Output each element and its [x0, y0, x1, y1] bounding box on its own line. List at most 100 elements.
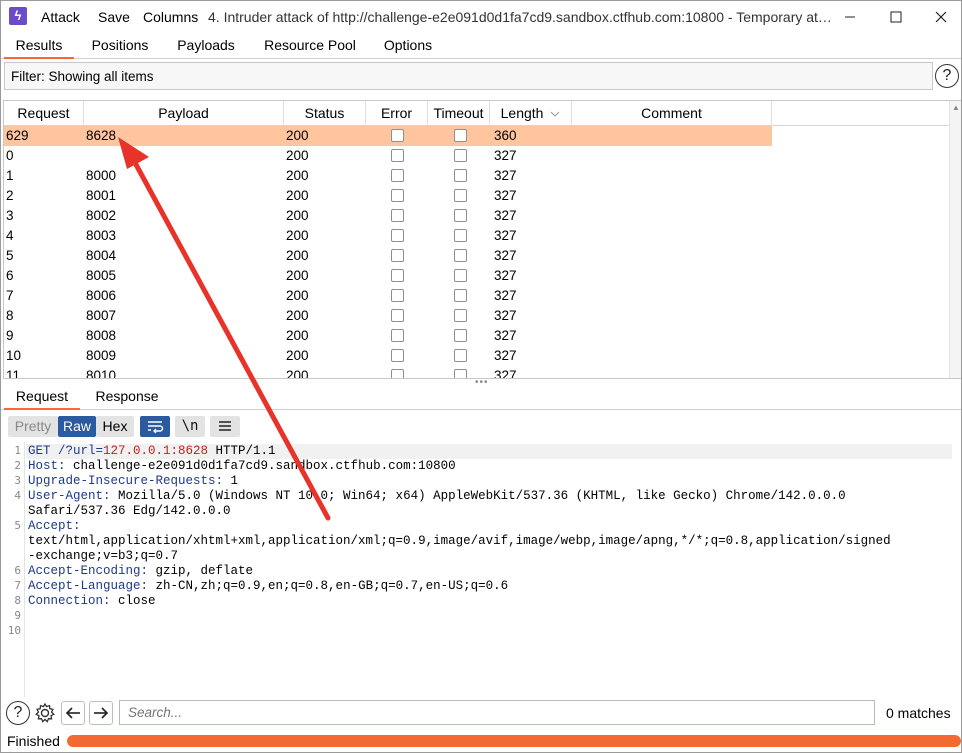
cell-status: 200	[286, 328, 309, 343]
header-name: User-Agent:	[28, 489, 111, 503]
error-checkbox	[391, 289, 404, 302]
close-button[interactable]	[918, 3, 961, 31]
raw-button[interactable]: Raw	[58, 416, 96, 437]
hex-button[interactable]: Hex	[96, 416, 134, 437]
cell-status: 200	[286, 288, 309, 303]
line-number: 4	[14, 489, 21, 502]
timeout-checkbox	[454, 349, 467, 362]
code-line: Accept-Encoding: gzip, deflate	[28, 564, 253, 578]
column-request[interactable]: Request	[4, 101, 84, 126]
cell-payload: 8003	[86, 228, 117, 243]
previous-match-button[interactable]	[61, 701, 85, 725]
table-row[interactable]: 9 8008 200 327	[4, 326, 772, 346]
settings-button[interactable]	[33, 701, 57, 725]
cell-request: 11	[6, 368, 21, 379]
menu-save[interactable]: Save	[98, 9, 130, 25]
scroll-up-icon[interactable]: ▲	[952, 103, 960, 112]
tab-request[interactable]: Request	[4, 384, 80, 410]
table-row[interactable]: 1 8000 200 327	[4, 166, 772, 186]
cell-status: 200	[286, 148, 309, 163]
filter-bar[interactable]: Filter: Showing all items	[4, 62, 933, 90]
code-line: User-Agent: Mozilla/5.0 (Windows NT 10.0…	[28, 489, 846, 503]
cell-request: 7	[6, 288, 14, 303]
cell-length: 360	[494, 128, 517, 143]
cell-length: 327	[494, 148, 517, 163]
cell-status: 200	[286, 228, 309, 243]
cell-length: 327	[494, 288, 517, 303]
word-wrap-button[interactable]	[140, 416, 170, 437]
maximize-button[interactable]	[873, 3, 919, 31]
status-bar: Finished	[1, 730, 961, 752]
tab-payloads[interactable]: Payloads	[171, 33, 241, 59]
table-row[interactable]: 4 8003 200 327	[4, 226, 772, 246]
table-row[interactable]: 2 8001 200 327	[4, 186, 772, 206]
table-row[interactable]: 6 8005 200 327	[4, 266, 772, 286]
header-value: text/html,application/xhtml+xml,applicat…	[28, 534, 891, 548]
table-row[interactable]: 629 8628 200 360	[4, 126, 772, 146]
header-name: GET /?url=	[28, 444, 104, 458]
menu-button[interactable]	[210, 416, 240, 437]
pretty-button[interactable]: Pretty	[8, 416, 58, 437]
error-checkbox	[391, 369, 404, 378]
code-line: -exchange;v=b3;q=0.7	[28, 549, 178, 563]
progress-fill	[67, 735, 961, 747]
header-value: HTTP/1.1	[208, 444, 276, 458]
cell-request: 9	[6, 328, 14, 343]
column-payload[interactable]: Payload	[84, 101, 284, 126]
timeout-checkbox	[454, 309, 467, 322]
cell-request: 0	[6, 148, 14, 163]
table-row[interactable]: 8 8007 200 327	[4, 306, 772, 326]
tab-options[interactable]: Options	[375, 33, 441, 59]
title-bar: ϟ Attack Save Columns 4. Intruder attack…	[1, 1, 961, 33]
help-icon[interactable]: ?	[935, 64, 959, 88]
error-checkbox	[391, 129, 404, 142]
line-number: 5	[14, 519, 21, 532]
code-line: Accept:	[28, 519, 81, 533]
editor-toolbar: Pretty Raw Hex \n	[1, 413, 961, 441]
column-timeout[interactable]: Timeout	[428, 101, 490, 126]
status-text: Finished	[7, 733, 60, 749]
column-length-label: Length	[500, 105, 544, 121]
tab-resource-pool[interactable]: Resource Pool	[257, 33, 363, 59]
table-row[interactable]: 10 8009 200 327	[4, 346, 772, 366]
request-editor[interactable]: 1 2 3 4 5 6 7 8 9 10 GET /?url=127.0.0.1:8628 HTT…	[3, 442, 961, 697]
menu-columns[interactable]: Columns	[143, 9, 198, 25]
table-row[interactable]: 7 8006 200 327	[4, 286, 772, 306]
search-input[interactable]	[120, 701, 874, 724]
header-name: Upgrade-Insecure-Requests:	[28, 474, 224, 488]
column-error[interactable]: Error	[366, 101, 428, 126]
header-name: Accept-Encoding:	[28, 564, 149, 578]
settings-icon	[35, 702, 55, 723]
search-bar: ? 0 matches	[1, 697, 961, 729]
header-value: challenge-e2e091d0d1fa7cd9.sandbox.ctfhu…	[65, 459, 456, 473]
table-scrollbar[interactable]: ▲	[949, 101, 961, 378]
column-length[interactable]: Length	[490, 101, 572, 126]
header-value: zh-CN,zh;q=0.9,en;q=0.8,en-GB;q=0.7,en-U…	[148, 579, 509, 593]
tab-response[interactable]: Response	[89, 384, 165, 410]
cell-payload: 8002	[86, 208, 117, 223]
menu-attack[interactable]: Attack	[41, 9, 80, 25]
table-row[interactable]: 0 200 327	[4, 146, 772, 166]
next-match-button[interactable]	[89, 701, 113, 725]
code-line: text/html,application/xhtml+xml,applicat…	[28, 534, 891, 548]
header-name: Connection:	[28, 594, 111, 608]
tab-results[interactable]: Results	[4, 33, 74, 59]
header-value: -exchange;v=b3;q=0.7	[28, 549, 179, 563]
burp-logo-icon: ϟ	[9, 7, 27, 25]
search-field[interactable]	[119, 700, 875, 725]
code-line: Accept-Language: zh-CN,zh;q=0.9,en;q=0.8…	[28, 579, 508, 593]
table-row[interactable]: 5 8004 200 327	[4, 246, 772, 266]
window-title: 4. Intruder attack of http://challenge-e…	[208, 9, 833, 25]
table-row[interactable]: 3 8002 200 327	[4, 206, 772, 226]
newline-button[interactable]: \n	[175, 416, 205, 437]
tab-positions[interactable]: Positions	[83, 33, 157, 59]
column-status[interactable]: Status	[284, 101, 366, 126]
help-icon[interactable]: ?	[6, 701, 30, 725]
cell-length: 327	[494, 368, 517, 379]
column-comment[interactable]: Comment	[572, 101, 772, 126]
minimize-button[interactable]	[827, 3, 873, 31]
cell-status: 200	[286, 368, 309, 379]
intruder-tabs: Results Positions Payloads Resource Pool…	[1, 33, 961, 59]
table-row[interactable]: 11 8010 200 327	[4, 366, 772, 379]
timeout-checkbox	[454, 149, 467, 162]
